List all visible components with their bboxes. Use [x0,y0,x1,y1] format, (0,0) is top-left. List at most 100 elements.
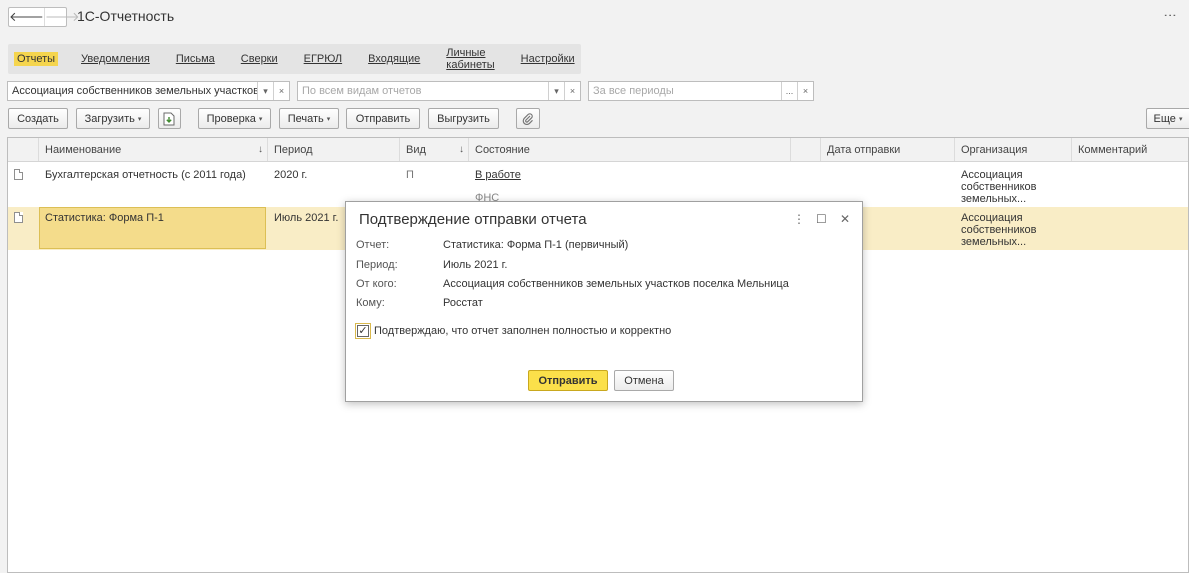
checkbox-box: ✓ [357,325,369,337]
filter-bar: Ассоциация собственников земельных участ… [0,81,1189,101]
column-header-sent-date[interactable]: Дата отправки [821,138,955,161]
row-organization-line-3: земельных... [961,193,1027,205]
period-filter-placeholder[interactable]: За все периоды [589,85,781,97]
upload-button[interactable]: Загрузить ▾ [76,108,150,129]
dialog-title: Подтверждение отправки отчета [359,211,587,228]
caret-down-icon: ▾ [258,115,263,123]
icon-column-header [8,138,39,161]
row-state-link[interactable]: В работе [475,169,521,181]
row-period: 2020 г. [274,169,308,181]
section-tabs: Отчеты Уведомления Письма Сверки ЕГРЮЛ В… [8,44,581,74]
paperclip-icon [522,112,533,125]
upload-button-label: Загрузить [84,112,135,125]
report-kind-filter-placeholder[interactable]: По всем видам отчетов [298,85,548,97]
export-button-label: Выгрузить [437,112,490,125]
tab-reconciliations[interactable]: Сверки [238,52,281,66]
send-button-label: Отправить [355,112,411,125]
report-kind-filter[interactable]: По всем видам отчетов ▾ × [297,81,581,101]
row-kind: П [406,169,414,181]
row-organization-line-3: земельных... [961,236,1027,248]
dropdown-icon[interactable]: ▾ [548,82,564,100]
history-nav: 🡐 🡒 [8,7,80,27]
column-header-name-label: Наименование [45,143,122,156]
sort-down-icon[interactable]: ↓ [258,144,263,155]
dialog-send-button[interactable]: Отправить [528,370,608,391]
confirm-checkbox-label[interactable]: Подтверждаю, что отчет заполнен полность… [374,325,671,337]
caret-down-icon: ▾ [137,115,142,123]
column-header-organization-label: Организация [961,143,1028,156]
clear-icon[interactable]: × [797,82,813,100]
field-value-to: Росстат [443,297,483,309]
document-icon [14,212,23,223]
column-header-comment-label: Комментарий [1078,143,1148,156]
period-filter[interactable]: За все периоды ... × [588,81,814,101]
row-organization-line-1: Ассоциация [961,212,1023,224]
field-value-report: Статистика: Форма П-1 (первичный) [443,239,629,251]
more-button-label: Еще [1153,112,1176,125]
dialog-more-icon[interactable]: ⋮ [793,212,805,226]
maximize-icon[interactable]: ☐ [816,212,827,226]
dialog-cancel-button[interactable]: Отмена [614,370,674,391]
confirm-checkbox[interactable]: ✓ [355,323,371,339]
column-header-period-label: Период [274,143,313,156]
field-value-period: Июль 2021 г. [443,259,508,271]
page-title: 1С-Отчетность [77,8,175,24]
field-label-to: Кому: [356,297,385,309]
command-bar: Создать Загрузить ▾ Проверка ▾ Печать ▾ Отп… [0,108,1189,130]
create-button[interactable]: Создать [8,108,68,129]
document-icon [14,169,23,180]
tab-personal-accounts[interactable]: Личные кабинеты [443,46,497,72]
tab-settings[interactable]: Настройки [518,52,578,66]
print-button[interactable]: Печать ▾ [279,108,339,129]
check-button-label: Проверка [206,112,256,125]
close-icon[interactable]: ✕ [840,212,850,226]
tab-egrul[interactable]: ЕГРЮЛ [301,52,345,66]
column-header-state-label: Состояние [475,143,530,156]
column-header-kind[interactable]: Вид ↓ [400,138,469,161]
create-button-label: Создать [17,112,59,125]
row-period: Июль 2021 г. [274,212,339,224]
row-organization-line-2: собственников [961,224,1037,236]
clear-icon[interactable]: × [273,82,289,100]
row-name: Бухгалтерская отчетность (с 2011 года) [45,169,246,181]
more-button[interactable]: Еще ▾ [1146,108,1189,129]
column-header-sent-date-label: Дата отправки [827,143,901,156]
dropdown-icon[interactable]: ▾ [257,82,273,100]
export-button[interactable]: Выгрузить [428,108,499,129]
sort-down-icon[interactable]: ↓ [459,144,464,155]
checkmark-icon: ✓ [358,325,368,337]
top-bar: 🡐 🡒 1С-Отчетность ⋮ [0,0,1189,34]
caret-down-icon: ▾ [326,115,331,123]
column-header-period[interactable]: Период [268,138,400,161]
column-header-state[interactable]: Состояние [469,138,791,161]
save-to-file-button[interactable] [158,108,181,129]
column-header-name[interactable]: Наименование ↓ [39,138,268,161]
column-header-organization[interactable]: Организация [955,138,1072,161]
document-arrow-icon [163,112,175,125]
field-label-period: Период: [356,259,398,271]
tab-letters[interactable]: Письма [173,52,218,66]
select-period-icon[interactable]: ... [781,82,797,100]
check-button[interactable]: Проверка ▾ [198,108,271,129]
row-organization-line-1: Ассоциация [961,169,1023,181]
tab-notifications[interactable]: Уведомления [78,52,153,66]
tab-reports[interactable]: Отчеты [14,52,59,66]
tab-incoming[interactable]: Входящие [365,52,423,66]
organization-filter-value[interactable]: Ассоциация собственников земельных участ… [8,85,257,97]
more-menu-icon[interactable]: ⋮ [1163,9,1178,22]
column-header-kind-label: Вид [406,143,426,156]
organization-filter[interactable]: Ассоциация собственников земельных участ… [7,81,290,101]
column-header-extra [791,138,821,161]
forward-arrow-icon[interactable]: 🡒 [45,8,80,26]
clear-icon[interactable]: × [564,82,580,100]
field-label-report: Отчет: [356,239,390,251]
table-header: Наименование ↓ Период Вид ↓ Состояние Да… [8,138,1188,162]
attach-button[interactable] [516,108,540,129]
field-value-from: Ассоциация собственников земельных участ… [443,278,789,290]
send-confirmation-dialog: Подтверждение отправки отчета ⋮ ☐ ✕ Отче… [345,201,863,402]
column-header-comment[interactable]: Комментарий [1072,138,1189,161]
row-organization-line-2: собственников [961,181,1037,193]
print-button-label: Печать [287,112,324,125]
send-button[interactable]: Отправить [346,108,420,129]
back-arrow-icon[interactable]: 🡐 [9,8,45,26]
